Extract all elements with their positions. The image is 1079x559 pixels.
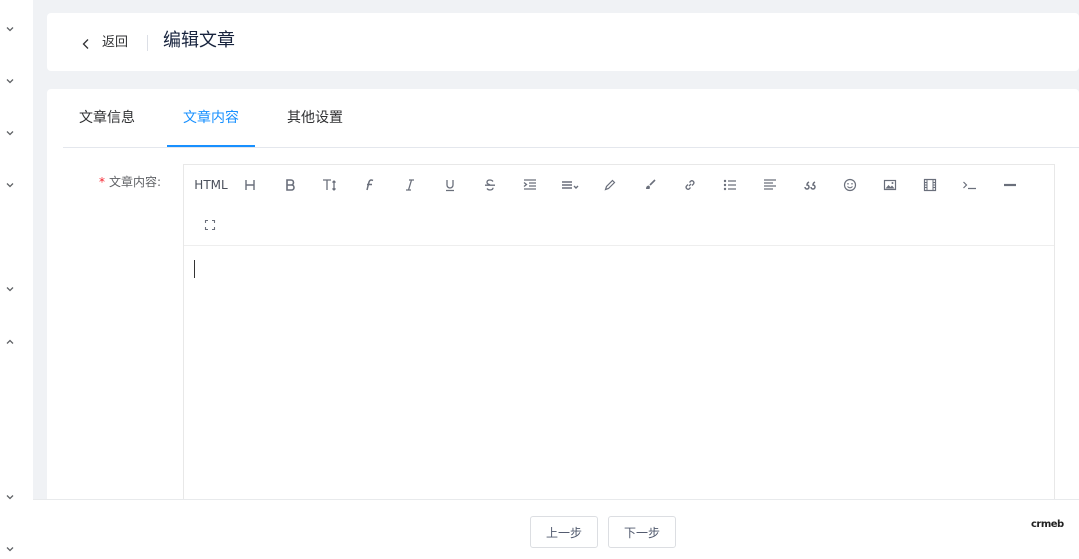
horizontal-rule-icon[interactable] — [998, 173, 1022, 197]
page-title: 编辑文章 — [163, 30, 235, 51]
tab-bar: 文章信息 文章内容 其他设置 — [63, 89, 1079, 148]
divider — [147, 35, 148, 51]
chevron-left-icon — [80, 36, 92, 50]
video-icon[interactable] — [918, 173, 942, 197]
rich-text-editor: HTML — [183, 164, 1055, 524]
font-family-icon[interactable] — [358, 173, 382, 197]
footer-bar: 上一步 下一步 crmeb — [33, 499, 1079, 559]
tab-article-info[interactable]: 文章信息 — [79, 107, 135, 129]
html-mode-button[interactable]: HTML — [192, 173, 230, 197]
tab-article-content[interactable]: 文章内容 — [183, 107, 239, 129]
link-icon[interactable] — [678, 173, 702, 197]
content-label-text: 文章内容: — [109, 175, 162, 189]
chevron-down-icon[interactable] — [4, 127, 16, 139]
brand-logo: crmeb — [1031, 519, 1064, 530]
quote-icon[interactable] — [798, 173, 822, 197]
underline-icon[interactable] — [438, 173, 462, 197]
active-tab-indicator — [167, 145, 255, 147]
back-label: 返回 — [102, 35, 129, 50]
italic-icon[interactable] — [398, 173, 422, 197]
next-step-button[interactable]: 下一步 — [608, 516, 676, 548]
required-mark: * — [99, 175, 105, 189]
align-icon[interactable] — [758, 173, 782, 197]
page-header: 返回 编辑文章 — [47, 13, 1079, 71]
text-color-icon[interactable] — [598, 173, 622, 197]
text-caret — [194, 260, 195, 278]
chevron-down-icon[interactable] — [4, 75, 16, 87]
main-card: 文章信息 文章内容 其他设置 * 文章内容: HTML — [47, 89, 1079, 524]
chevron-down-icon[interactable] — [4, 491, 16, 503]
content-field-label: * 文章内容: — [99, 174, 161, 190]
image-icon[interactable] — [878, 173, 902, 197]
chevron-down-icon[interactable] — [4, 543, 16, 555]
strikethrough-icon[interactable] — [478, 173, 502, 197]
font-size-icon[interactable] — [318, 173, 342, 197]
chevron-down-icon[interactable] — [4, 283, 16, 295]
heading-icon[interactable] — [238, 173, 262, 197]
indent-icon[interactable] — [518, 173, 542, 197]
back-button[interactable]: 返回 — [80, 32, 128, 54]
tab-other-settings[interactable]: 其他设置 — [287, 107, 343, 129]
code-icon[interactable] — [958, 173, 982, 197]
editor-content-area[interactable] — [184, 247, 1054, 523]
chevron-down-icon[interactable] — [4, 23, 16, 35]
line-height-icon[interactable] — [558, 173, 582, 197]
prev-step-button[interactable]: 上一步 — [530, 516, 598, 548]
chevron-up-icon[interactable] — [4, 336, 16, 348]
emoji-icon[interactable] — [838, 173, 862, 197]
bold-icon[interactable] — [278, 173, 302, 197]
background-color-icon[interactable] — [638, 173, 662, 197]
sidebar — [0, 0, 33, 559]
fullscreen-icon[interactable] — [198, 213, 222, 237]
unordered-list-icon[interactable] — [718, 173, 742, 197]
chevron-down-icon[interactable] — [4, 179, 16, 191]
editor-toolbar: HTML — [184, 165, 1054, 246]
